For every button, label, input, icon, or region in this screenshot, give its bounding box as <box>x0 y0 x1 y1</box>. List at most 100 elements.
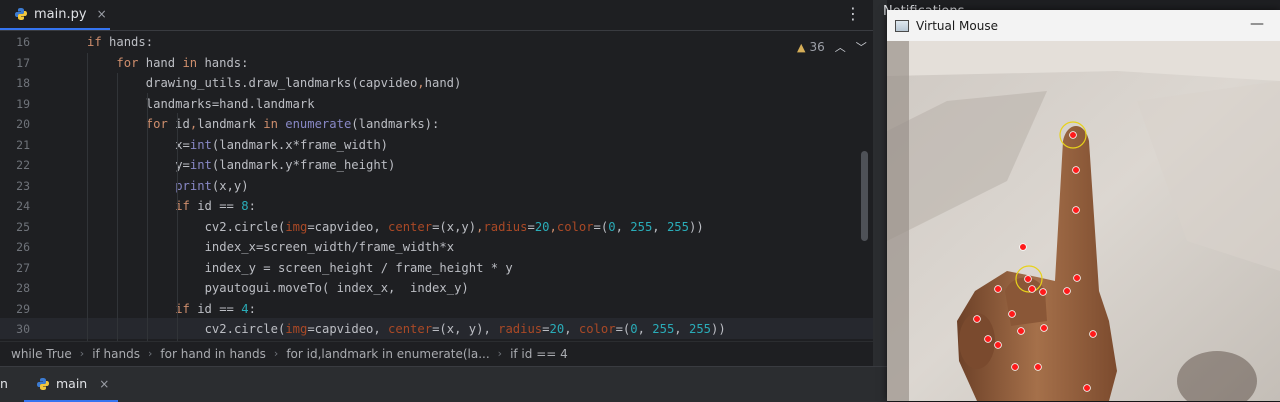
code-token: =( <box>593 219 609 234</box>
code-token: (landmarks): <box>351 117 440 131</box>
code-token: pyautogui.moveTo( index_x, index_y) <box>204 281 469 295</box>
indent-guide <box>87 53 88 341</box>
code-line[interactable]: y=int(landmark.y*frame_height) <box>175 155 395 176</box>
code-token: cv2.circle( <box>204 219 286 234</box>
code-line[interactable]: pyautogui.moveTo( index_x, index_y) <box>205 278 469 299</box>
code-line[interactable]: x=int(landmark.x*frame_width) <box>175 135 388 156</box>
code-line[interactable]: index_x=screen_width/frame_width*x <box>205 237 454 258</box>
landmark-point <box>1028 285 1036 293</box>
code-token: )) <box>711 322 726 336</box>
code-token: , <box>674 322 689 336</box>
line-number: 17 <box>16 55 30 70</box>
code-token: = <box>527 219 535 234</box>
run-tab-label: main <box>56 376 88 391</box>
code-line[interactable]: print(x,y) <box>175 176 248 197</box>
inspection-widget[interactable]: ▲ 36 ︿ ﹀ <box>797 39 867 55</box>
line-number: 24 <box>16 199 30 213</box>
code-line[interactable]: drawing_utils.draw_landmarks(capvideo,ha… <box>146 73 462 94</box>
code-token: if <box>175 301 198 316</box>
line-number: 22 <box>16 158 30 172</box>
breadcrumb-item[interactable]: if id == 4 <box>510 347 568 361</box>
code-line[interactable]: landmarks=hand.landmark <box>146 94 315 115</box>
minimize-button[interactable]: — <box>1250 16 1264 32</box>
close-tab-icon[interactable]: × <box>97 7 107 21</box>
run-tool-label[interactable]: n <box>0 376 8 391</box>
breadcrumb-item[interactable]: for hand in hands <box>160 347 266 361</box>
line-number: 19 <box>16 96 30 111</box>
code-line[interactable]: if id == 8: <box>175 196 256 217</box>
code-line[interactable]: for hand in hands: <box>116 53 248 74</box>
code-line[interactable]: index_y = screen_height / frame_height *… <box>205 258 513 279</box>
code-token: id == <box>197 301 242 316</box>
code-token: landmark <box>197 117 264 131</box>
code-token: for <box>116 55 146 70</box>
breadcrumb-separator-icon: › <box>497 347 503 360</box>
code-token: 255 <box>630 219 653 234</box>
landmark-point <box>1073 274 1081 282</box>
editor-scrollbar[interactable] <box>861 151 868 241</box>
window-titlebar[interactable]: Virtual Mouse — <box>887 10 1280 41</box>
code-token: for <box>145 117 176 131</box>
code-token: landmarks=hand.landmark <box>145 96 315 111</box>
more-options-icon[interactable]: ⋮ <box>845 4 861 24</box>
next-highlight-icon[interactable]: ﹀ <box>856 39 867 55</box>
virtual-mouse-window[interactable]: Virtual Mouse — <box>887 10 1280 401</box>
app-window-icon <box>895 19 909 32</box>
code-token: 4 <box>241 301 249 316</box>
code-token: , <box>637 322 653 336</box>
landmark-point <box>1089 330 1097 338</box>
landmark-point <box>1017 327 1025 335</box>
line-number: 27 <box>16 260 30 275</box>
landmark-point <box>1072 206 1080 214</box>
code-token: 255 <box>688 322 711 336</box>
line-number: 16 <box>16 35 30 49</box>
code-line[interactable]: if hands: <box>87 32 153 53</box>
code-token: (x,y) <box>211 178 249 193</box>
code-token: , <box>417 76 425 90</box>
breadcrumb-item[interactable]: if hands <box>92 347 140 361</box>
tab-label: main.py <box>34 6 87 22</box>
landmark-point <box>984 335 992 343</box>
run-tab-main[interactable]: main × <box>24 367 118 402</box>
code-line[interactable]: if id == 4: <box>175 299 256 320</box>
editor-tab-bar: main.py × ⋮ <box>0 0 873 31</box>
landmark-point <box>973 315 981 323</box>
code-token: 20 <box>534 219 550 234</box>
code-editor[interactable]: 16 17 18 19 20 21 22 23 24 25 26 27 28 29 30 if hands:… <box>0 31 873 341</box>
close-run-tab-icon[interactable]: × <box>99 377 109 391</box>
landmark-point <box>1039 288 1047 296</box>
code-token: index_y = screen_height / frame_height *… <box>204 260 513 275</box>
code-token: int <box>189 158 212 172</box>
landmark-point <box>1034 363 1042 371</box>
code-token: , <box>549 219 557 234</box>
breadcrumb-separator-icon: › <box>79 347 85 360</box>
code-token: img <box>285 219 308 234</box>
landmark-point <box>1019 243 1027 251</box>
code-token: color <box>578 322 616 336</box>
previous-highlight-icon[interactable]: ︿ <box>835 39 846 55</box>
code-token: color <box>556 219 594 234</box>
code-token: =(x,y) <box>432 219 477 234</box>
code-token: 0 <box>608 219 616 234</box>
code-token: enumerate <box>285 117 352 131</box>
code-line[interactable]: cv2.circle(img=capvideo, center=(x,y), ra… <box>205 217 704 238</box>
code-token: : <box>248 301 256 316</box>
landmark-point <box>994 341 1002 349</box>
code-line[interactable]: cv2.circle(img=capvideo, center=(x, y), … <box>205 319 726 340</box>
code-token: img <box>285 322 308 336</box>
breadcrumb-item[interactable]: while True <box>11 347 72 361</box>
line-number: 25 <box>16 219 30 234</box>
code-token: =capvideo, <box>307 219 389 234</box>
code-token: radius <box>498 322 543 336</box>
tab-main-py[interactable]: main.py × <box>0 0 110 30</box>
indent-guide <box>147 93 148 341</box>
python-run-icon <box>36 377 50 391</box>
landmark-point <box>1063 287 1071 295</box>
breadcrumb-item[interactable]: for id,landmark in enumerate(la... <box>286 347 489 361</box>
code-token: 0 <box>630 322 638 336</box>
landmark-point <box>1024 275 1032 283</box>
code-token: in <box>182 55 205 70</box>
camera-frame <box>887 41 1280 401</box>
code-token: if <box>87 35 110 49</box>
code-line[interactable]: for id,landmark in enumerate(landmarks): <box>146 114 440 135</box>
